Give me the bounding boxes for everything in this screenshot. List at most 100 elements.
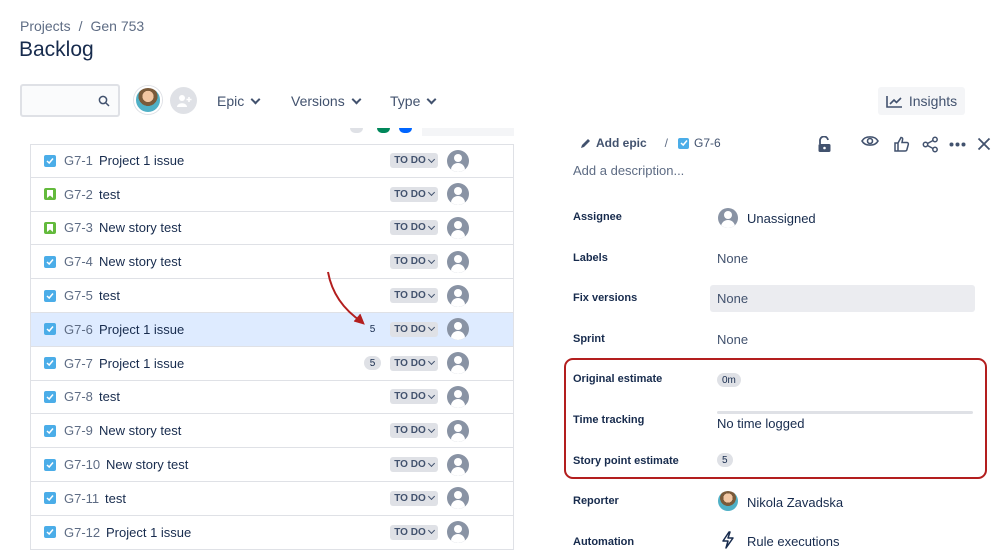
epic-filter-label: Epic <box>217 93 245 109</box>
issue-key[interactable]: G7-9 <box>64 423 93 438</box>
issue-key[interactable]: G7-4 <box>64 254 93 269</box>
status-label: TO DO <box>394 391 426 403</box>
unlock-icon[interactable] <box>817 136 832 153</box>
breadcrumb: Projects / Gen 753 <box>20 18 144 34</box>
chevron-down-icon <box>427 358 435 366</box>
issue-summary: test <box>99 389 120 405</box>
issue-key[interactable]: G7-2 <box>64 187 93 202</box>
story-point-estimate-value[interactable]: 5 <box>717 453 733 467</box>
assignee-avatar[interactable] <box>447 250 469 273</box>
backlog-row[interactable]: G7-10 New story test TO DO <box>31 448 513 482</box>
status-dropdown[interactable]: TO DO <box>390 288 438 304</box>
issue-key: G7-6 <box>694 136 721 150</box>
type-filter-dropdown[interactable]: Type <box>390 93 437 109</box>
status-dropdown[interactable]: TO DO <box>390 186 438 202</box>
backlog-row[interactable]: G7-6 Project 1 issue 5 TO DO <box>31 312 513 347</box>
labels-label: Labels <box>573 252 608 264</box>
labels-value[interactable]: None <box>717 251 748 266</box>
status-dropdown[interactable]: TO DO <box>390 254 438 270</box>
assignee-avatar[interactable] <box>447 318 469 341</box>
epic-filter-dropdown[interactable]: Epic <box>217 93 261 109</box>
assignee-avatar[interactable] <box>447 453 469 476</box>
backlog-row[interactable]: G7-9 New story test TO DO <box>31 414 513 449</box>
search-input[interactable] <box>20 84 120 117</box>
reporter-value[interactable]: Nikola Zavadska <box>747 495 843 510</box>
assignee-avatar[interactable] <box>447 487 469 510</box>
search-icon <box>98 95 110 107</box>
issue-key[interactable]: G7-1 <box>64 153 93 168</box>
issue-key[interactable]: G7-11 <box>64 491 99 506</box>
backlog-row[interactable]: G7-4 New story test TO DO <box>31 245 513 280</box>
assignee-value[interactable]: Unassigned <box>747 211 816 226</box>
backlog-row[interactable]: G7-7 Project 1 issue 5 TO DO <box>31 347 513 381</box>
chevron-down-icon <box>250 94 261 104</box>
assignee-avatar[interactable] <box>447 183 469 206</box>
time-tracking-value: No time logged <box>717 416 805 431</box>
add-person-icon <box>176 94 191 107</box>
assignee-avatar[interactable] <box>447 149 469 172</box>
share-icon[interactable] <box>922 136 939 153</box>
assignee-avatar[interactable] <box>447 385 469 408</box>
issue-summary: test <box>99 186 120 202</box>
description-field[interactable]: Add a description... <box>573 163 684 178</box>
status-dropdown[interactable]: TO DO <box>390 220 438 236</box>
status-dropdown[interactable]: TO DO <box>390 153 438 169</box>
backlog-row[interactable]: G7-12 Project 1 issue TO DO <box>31 516 513 550</box>
status-dropdown[interactable]: TO DO <box>390 457 438 473</box>
task-icon <box>44 255 56 268</box>
status-dropdown[interactable]: TO DO <box>390 355 438 371</box>
assignee-avatar[interactable] <box>447 521 469 544</box>
issue-key[interactable]: G7-6 <box>64 322 93 337</box>
backlog-row[interactable]: G7-3 New story test TO DO <box>31 212 513 246</box>
chevron-down-icon <box>427 256 435 264</box>
add-epic-button[interactable]: Add epic <box>580 136 647 150</box>
user-avatar-filter[interactable] <box>134 86 162 114</box>
issue-key[interactable]: G7-3 <box>64 220 93 235</box>
original-estimate-label: Original estimate <box>573 373 663 385</box>
chart-icon <box>886 95 902 108</box>
backlog-row[interactable]: G7-5 test TO DO <box>31 279 513 313</box>
backlog-row[interactable]: G7-11 test TO DO <box>31 482 513 516</box>
thumbs-up-icon[interactable] <box>893 136 910 153</box>
issue-key[interactable]: G7-5 <box>64 288 93 303</box>
task-icon <box>44 154 56 167</box>
issue-key[interactable]: G7-8 <box>64 389 93 404</box>
add-people-button[interactable] <box>170 87 197 114</box>
issue-key[interactable]: G7-7 <box>64 356 93 371</box>
backlog-row[interactable]: G7-2 test TO DO <box>31 178 513 212</box>
issue-key[interactable]: G7-12 <box>64 525 100 540</box>
status-label: TO DO <box>394 323 426 335</box>
automation-value[interactable]: Rule executions <box>747 534 840 549</box>
status-label: TO DO <box>394 222 426 234</box>
status-dropdown[interactable]: TO DO <box>390 490 438 506</box>
more-actions-icon[interactable] <box>949 142 966 147</box>
assignee-avatar[interactable] <box>447 216 469 239</box>
breadcrumb-projects-link[interactable]: Projects <box>20 18 71 34</box>
status-dropdown[interactable]: TO DO <box>390 423 438 439</box>
issue-key-link[interactable]: G7-6 <box>678 136 721 150</box>
backlog-row[interactable]: G7-1 Project 1 issue TO DO <box>31 144 513 178</box>
issue-summary: test <box>105 490 126 506</box>
watch-eye-icon[interactable] <box>861 134 879 148</box>
breadcrumb-separator: / <box>664 136 669 150</box>
assignee-avatar[interactable] <box>447 352 469 375</box>
versions-filter-dropdown[interactable]: Versions <box>291 93 362 109</box>
insights-button[interactable]: Insights <box>878 87 965 115</box>
original-estimate-value[interactable]: 0m <box>717 373 741 387</box>
backlog-row[interactable]: G7-8 test TO DO <box>31 381 513 415</box>
assignee-avatar[interactable] <box>447 284 469 307</box>
fix-versions-field[interactable]: None <box>710 285 975 312</box>
status-dropdown[interactable]: TO DO <box>390 524 438 540</box>
breadcrumb-board-link[interactable]: Gen 753 <box>90 18 144 34</box>
close-icon[interactable] <box>977 137 991 151</box>
status-dropdown[interactable]: TO DO <box>390 321 438 337</box>
task-icon <box>44 458 56 471</box>
issue-summary: test <box>99 288 120 304</box>
sprint-value[interactable]: None <box>717 332 748 347</box>
annotation-arrow <box>327 271 365 325</box>
assignee-avatar[interactable] <box>447 419 469 442</box>
status-dropdown[interactable]: TO DO <box>390 389 438 405</box>
status-label: TO DO <box>394 256 426 268</box>
time-tracking-bar[interactable] <box>717 411 973 414</box>
issue-key[interactable]: G7-10 <box>64 457 100 472</box>
